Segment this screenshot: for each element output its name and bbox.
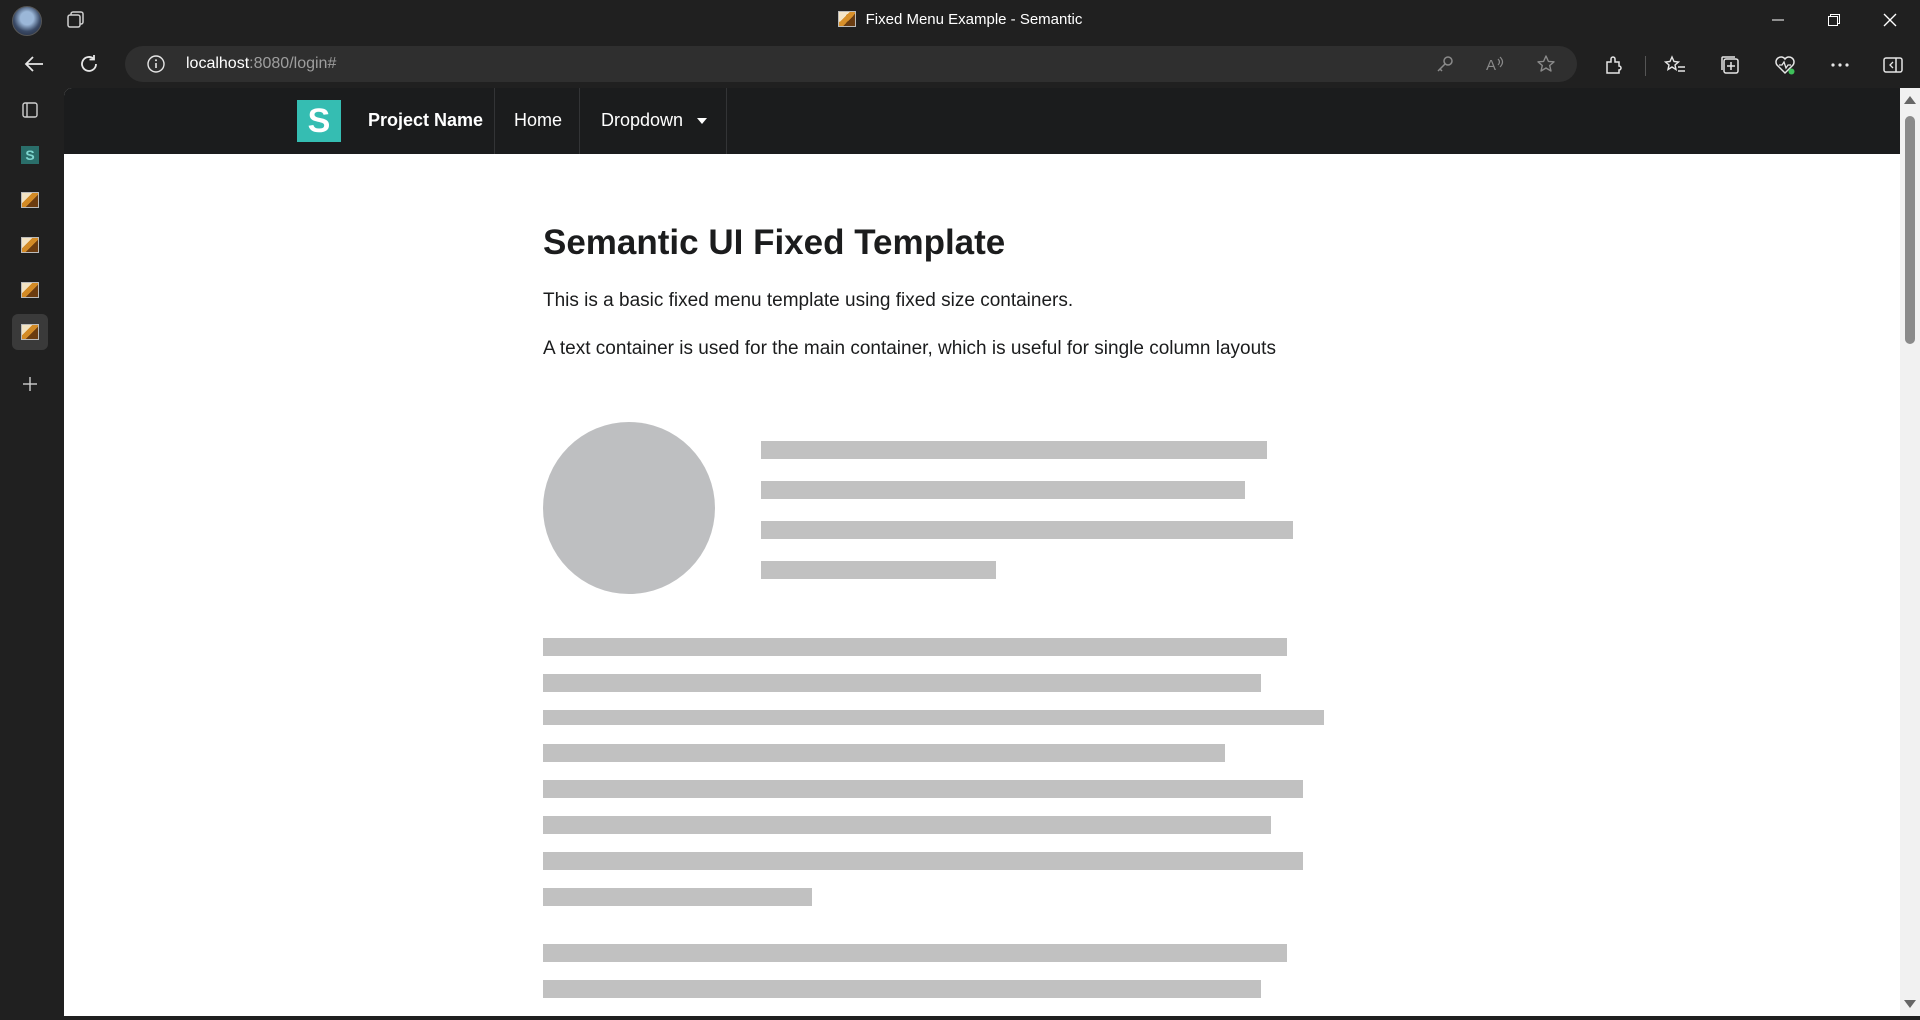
restore-icon: [1828, 14, 1840, 26]
placeholder-line: [543, 888, 812, 906]
menu-divider: [726, 88, 727, 154]
placeholder-line: [543, 944, 1287, 962]
collections-icon[interactable]: [1719, 54, 1741, 76]
url-path: :8080/login#: [249, 55, 337, 72]
placeholder-line: [543, 674, 1261, 692]
new-tab-button[interactable]: [12, 366, 48, 402]
tab-semantic[interactable]: S: [12, 137, 48, 173]
placeholder-line: [543, 710, 1324, 725]
window-title-text: Fixed Menu Example - Semantic: [865, 11, 1083, 28]
minimize-icon: [1772, 19, 1784, 21]
placeholder-image: [543, 422, 715, 594]
vertical-tabs-sidebar: S: [0, 88, 64, 1020]
minimize-button[interactable]: [1750, 0, 1806, 40]
password-key-icon[interactable]: [1435, 54, 1455, 74]
url-host: localhost: [186, 55, 250, 72]
extensions-icon[interactable]: [1603, 54, 1625, 76]
tab-fixed-menu-active[interactable]: [12, 314, 48, 350]
placeholder-line: [543, 980, 1261, 998]
page-favicon-icon: [21, 324, 39, 340]
menu-dropdown[interactable]: Dropdown: [601, 110, 683, 131]
header-logo-item[interactable]: S Project Name: [297, 88, 505, 154]
page-favicon-icon: [21, 237, 39, 253]
page-scrollbar[interactable]: [1900, 88, 1920, 1016]
fixed-top-menu: S Project Name Home Dropdown: [64, 88, 1900, 154]
svg-text:A: A: [1486, 57, 1496, 74]
project-name: Project Name: [368, 110, 484, 130]
refresh-icon: [81, 55, 97, 72]
browser-toolbar: localhost:8080/login# A: [0, 40, 1920, 88]
favorite-star-icon[interactable]: [1536, 54, 1556, 74]
address-bar[interactable]: localhost:8080/login# A: [125, 46, 1577, 82]
restore-button[interactable]: [1806, 0, 1862, 40]
sidebar-toggle-icon[interactable]: [1882, 54, 1904, 76]
tab-fixed-menu-1[interactable]: [12, 182, 48, 218]
placeholder-line: [761, 441, 1267, 459]
back-arrow-icon: [24, 56, 43, 72]
dropdown-caret-icon[interactable]: [697, 118, 707, 124]
window-title: Fixed Menu Example - Semantic: [0, 11, 1920, 28]
placeholder-line: [761, 521, 1293, 539]
site-info-icon[interactable]: [147, 55, 165, 73]
menu-divider: [494, 88, 495, 154]
page-viewport: S Project Name Home Dropdown Semantic UI…: [64, 88, 1920, 1016]
scroll-up-icon[interactable]: [1904, 96, 1916, 104]
placeholder-line: [761, 481, 1245, 499]
page-favicon-icon: [21, 192, 39, 208]
placeholder-line: [543, 638, 1287, 656]
page-title: Semantic UI Fixed Template: [543, 223, 1006, 262]
close-icon: [1883, 13, 1897, 27]
placeholder-line: [543, 816, 1271, 834]
description-paragraph: A text container is used for the main co…: [543, 338, 1276, 359]
tab-actions-button[interactable]: [12, 92, 48, 128]
placeholder-line: [543, 852, 1303, 870]
title-bar: Fixed Menu Example - Semantic: [0, 0, 1920, 40]
scrollbar-thumb[interactable]: [1905, 116, 1915, 344]
refresh-button[interactable]: [73, 48, 105, 80]
scroll-down-icon[interactable]: [1904, 1000, 1916, 1008]
page-favicon-icon: [837, 11, 856, 27]
placeholder-line: [761, 561, 996, 579]
close-window-button[interactable]: [1862, 0, 1918, 40]
browser-essentials-icon[interactable]: [1774, 54, 1796, 76]
read-aloud-icon[interactable]: A: [1485, 54, 1505, 74]
tab-actions-icon: [22, 102, 38, 118]
intro-paragraph: This is a basic fixed menu template usin…: [543, 290, 1074, 311]
more-options-icon[interactable]: [1829, 54, 1851, 76]
page-favicon-icon: [21, 282, 39, 298]
url-text[interactable]: localhost:8080/login#: [186, 55, 336, 73]
menu-home-link[interactable]: Home: [514, 110, 562, 131]
menu-divider: [579, 88, 580, 154]
tab-fixed-menu-3[interactable]: [12, 272, 48, 308]
favorites-icon[interactable]: [1664, 54, 1686, 76]
placeholder-line: [543, 780, 1303, 798]
back-button[interactable]: [18, 48, 50, 80]
tab-fixed-menu-2[interactable]: [12, 227, 48, 263]
toolbar-divider: [1645, 56, 1646, 76]
placeholder-line: [543, 744, 1225, 762]
semantic-favicon-icon: S: [21, 146, 39, 164]
plus-icon: [23, 377, 37, 391]
logo-icon: S: [297, 100, 341, 142]
